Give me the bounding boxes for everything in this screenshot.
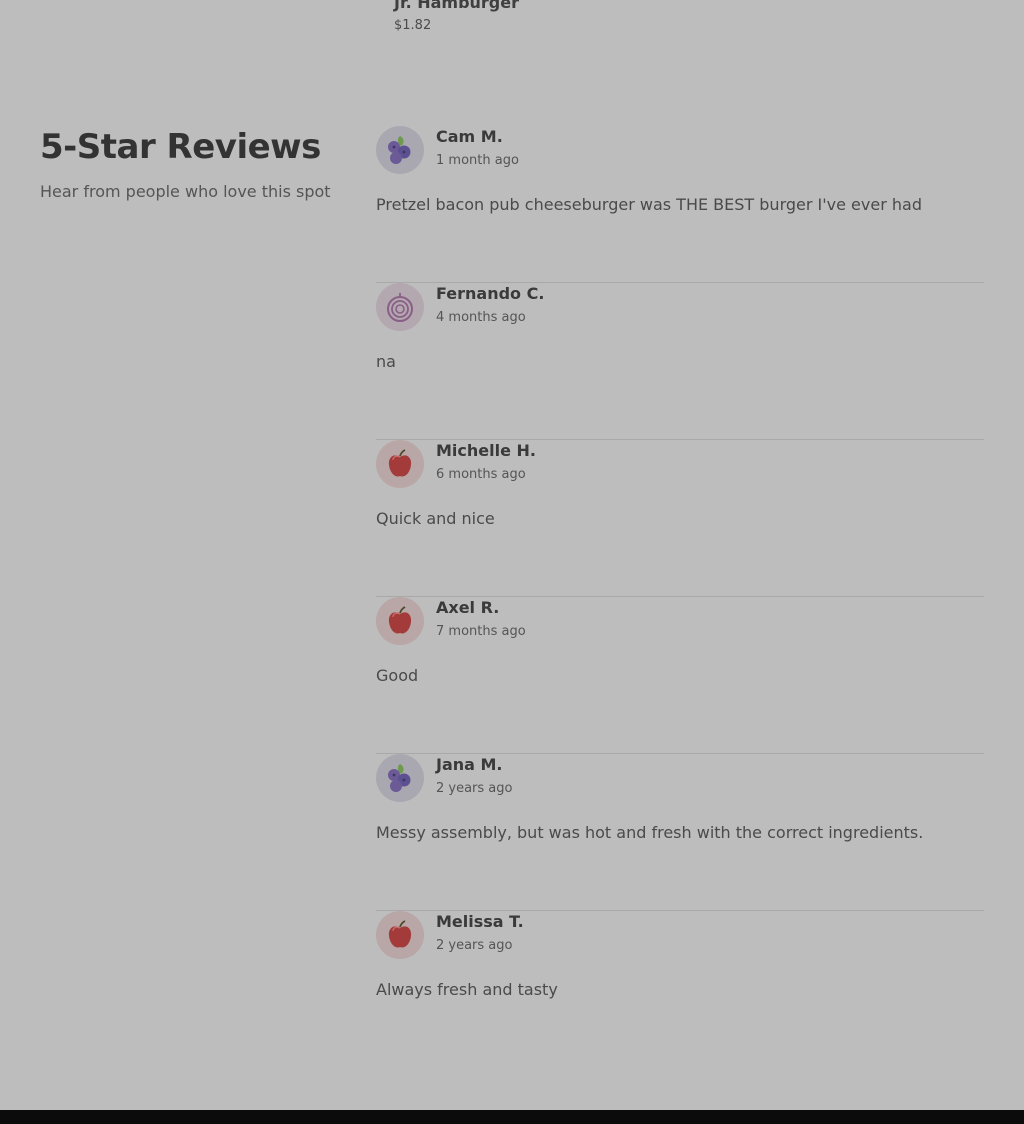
review-text: Pretzel bacon pub cheeseburger was THE B… xyxy=(376,195,922,214)
footer-bar xyxy=(0,1110,1024,1124)
review-item: Axel R. 7 months ago Good xyxy=(376,597,984,754)
review-date: 6 months ago xyxy=(436,467,526,482)
apple-icon xyxy=(376,911,424,959)
onion-icon xyxy=(376,283,424,331)
section-subtitle: Hear from people who love this spot xyxy=(40,182,331,201)
review-text: Quick and nice xyxy=(376,509,495,528)
review-item: Melissa T. 2 years ago Always fresh and … xyxy=(376,911,984,1068)
blueberry-icon xyxy=(376,126,424,174)
reviewer-name: Michelle H. xyxy=(436,441,536,460)
blueberry-icon xyxy=(376,754,424,802)
review-text: na xyxy=(376,352,396,371)
review-item: Cam M. 1 month ago Pretzel bacon pub che… xyxy=(376,126,984,283)
review-date: 2 years ago xyxy=(436,781,513,796)
review-date: 4 months ago xyxy=(436,310,526,325)
review-date: 2 years ago xyxy=(436,938,513,953)
section-title: 5-Star Reviews xyxy=(40,127,321,167)
review-date: 1 month ago xyxy=(436,153,519,168)
review-text: Messy assembly, but was hot and fresh wi… xyxy=(376,823,924,842)
review-item: Michelle H. 6 months ago Quick and nice xyxy=(376,440,984,597)
reviewer-name: Jana M. xyxy=(436,755,503,774)
menu-item-card[interactable]: Jr. Hamburger $1.82 xyxy=(394,0,519,33)
reviewer-name: Axel R. xyxy=(436,598,500,617)
review-date: 7 months ago xyxy=(436,624,526,639)
menu-item-name: Jr. Hamburger xyxy=(394,0,519,12)
apple-icon xyxy=(376,440,424,488)
reviewer-name: Fernando C. xyxy=(436,284,545,303)
reviews-list: Cam M. 1 month ago Pretzel bacon pub che… xyxy=(376,126,984,1068)
review-item: Fernando C. 4 months ago na xyxy=(376,283,984,440)
reviews-intro: 5-Star Reviews Hear from people who love… xyxy=(40,124,340,201)
apple-icon xyxy=(376,597,424,645)
review-text: Good xyxy=(376,666,419,685)
reviewer-name: Cam M. xyxy=(436,127,503,146)
reviewer-name: Melissa T. xyxy=(436,912,524,931)
review-item: Jana M. 2 years ago Messy assembly, but … xyxy=(376,754,984,911)
review-text: Always fresh and tasty xyxy=(376,980,558,999)
menu-item-price: $1.82 xyxy=(394,18,432,33)
